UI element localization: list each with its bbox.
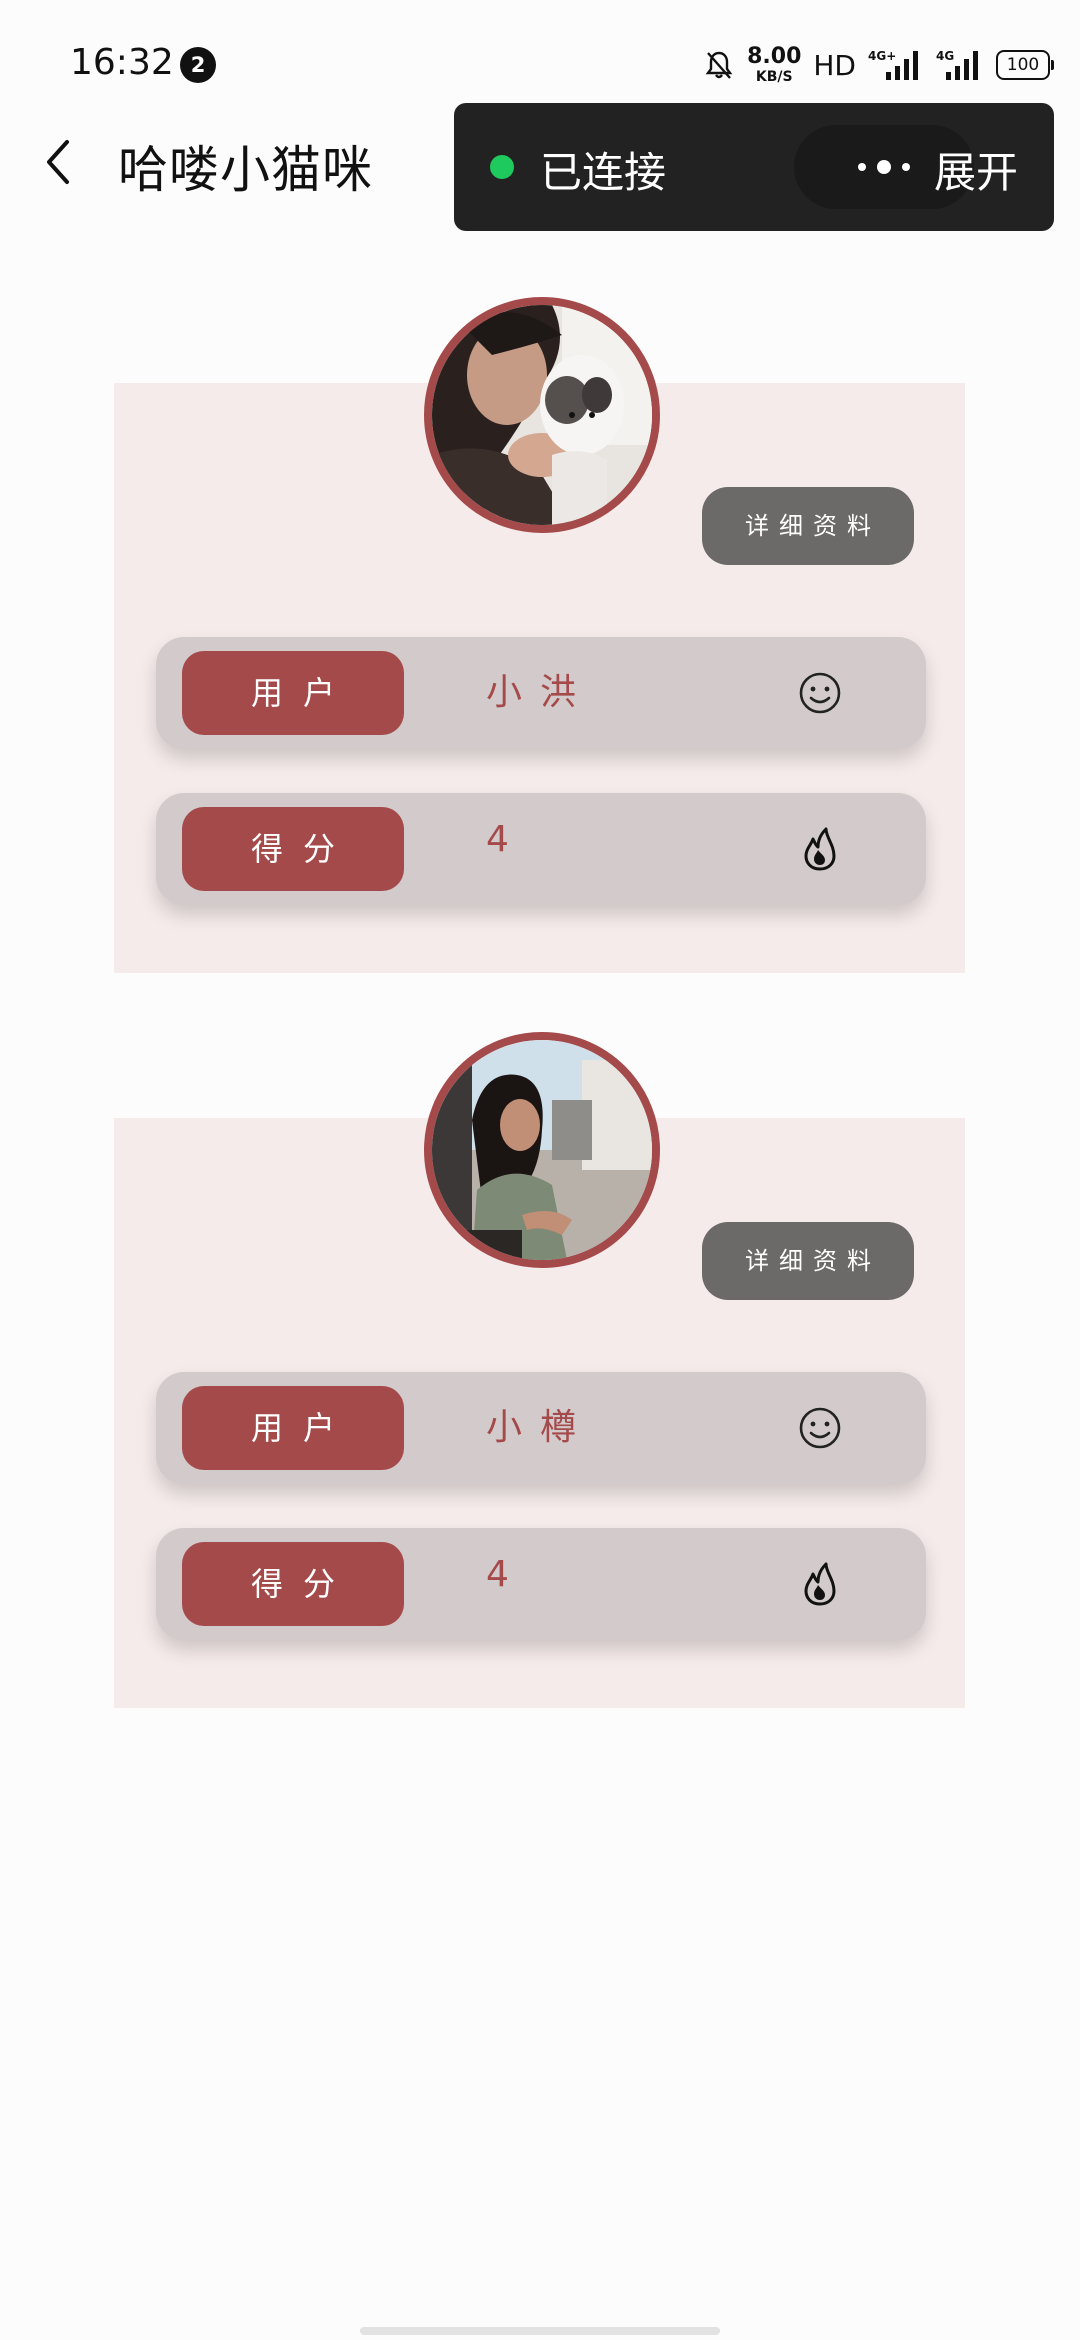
back-button[interactable] <box>36 132 80 192</box>
connection-panel: 已连接 展开 <box>454 103 1054 231</box>
user-row: 用户 小洪 <box>156 637 926 749</box>
woman-outdoor-photo <box>432 1040 652 1260</box>
expand-button[interactable]: 展开 <box>934 139 1018 200</box>
home-indicator[interactable] <box>360 2327 720 2335</box>
svg-text:4G+: 4G+ <box>868 49 896 63</box>
smiley-icon <box>796 1404 844 1452</box>
hd-label: HD <box>813 48 856 82</box>
score-value: 4 <box>486 819 527 860</box>
net-speed-unit: KB/S <box>755 69 793 85</box>
score-row: 得分 4 <box>156 1528 926 1640</box>
net-speed-value: 8.00 <box>747 44 802 69</box>
chevron-left-icon <box>47 140 69 184</box>
user-card: 详细资料 用户 小洪 得分 4 <box>114 297 965 973</box>
detail-button[interactable]: 详细资料 <box>702 1222 914 1300</box>
status-icons: 8.00 KB/S HD 4G+ 4G 100 <box>703 40 1054 90</box>
score-label: 得分 <box>182 1542 404 1626</box>
score-row: 得分 4 <box>156 793 926 905</box>
signal-4g-secondary-icon: 4G <box>936 48 984 82</box>
smiley-icon <box>796 669 844 717</box>
more-dots-icon <box>858 160 910 174</box>
score-label: 得分 <box>182 807 404 891</box>
status-time: 16:32 <box>70 42 174 83</box>
user-name: 小洪 <box>486 672 595 713</box>
score-value: 4 <box>486 1554 527 1595</box>
page-title: 哈喽小猫咪 <box>118 141 373 199</box>
woman-holding-cat-photo <box>432 305 652 525</box>
flame-icon <box>796 825 844 873</box>
battery-icon: 100 <box>996 50 1054 80</box>
svg-text:4G: 4G <box>936 49 954 63</box>
user-label: 用户 <box>182 651 404 735</box>
connection-status: 已连接 <box>540 148 667 197</box>
signal-4g-icon: 4G+ <box>868 48 924 82</box>
user-row: 用户 小樽 <box>156 1372 926 1484</box>
user-card: 详细资料 用户 小樽 得分 4 <box>114 1032 965 1708</box>
connection-status-dot <box>490 155 514 179</box>
avatar[interactable] <box>424 297 660 533</box>
avatar[interactable] <box>424 1032 660 1268</box>
bell-mute-icon <box>703 49 735 81</box>
net-speed: 8.00 KB/S <box>747 44 802 85</box>
flame-icon <box>796 1560 844 1608</box>
user-label: 用户 <box>182 1386 404 1470</box>
detail-button[interactable]: 详细资料 <box>702 487 914 565</box>
notification-badge: 2 <box>180 47 216 83</box>
user-name: 小樽 <box>486 1407 595 1448</box>
